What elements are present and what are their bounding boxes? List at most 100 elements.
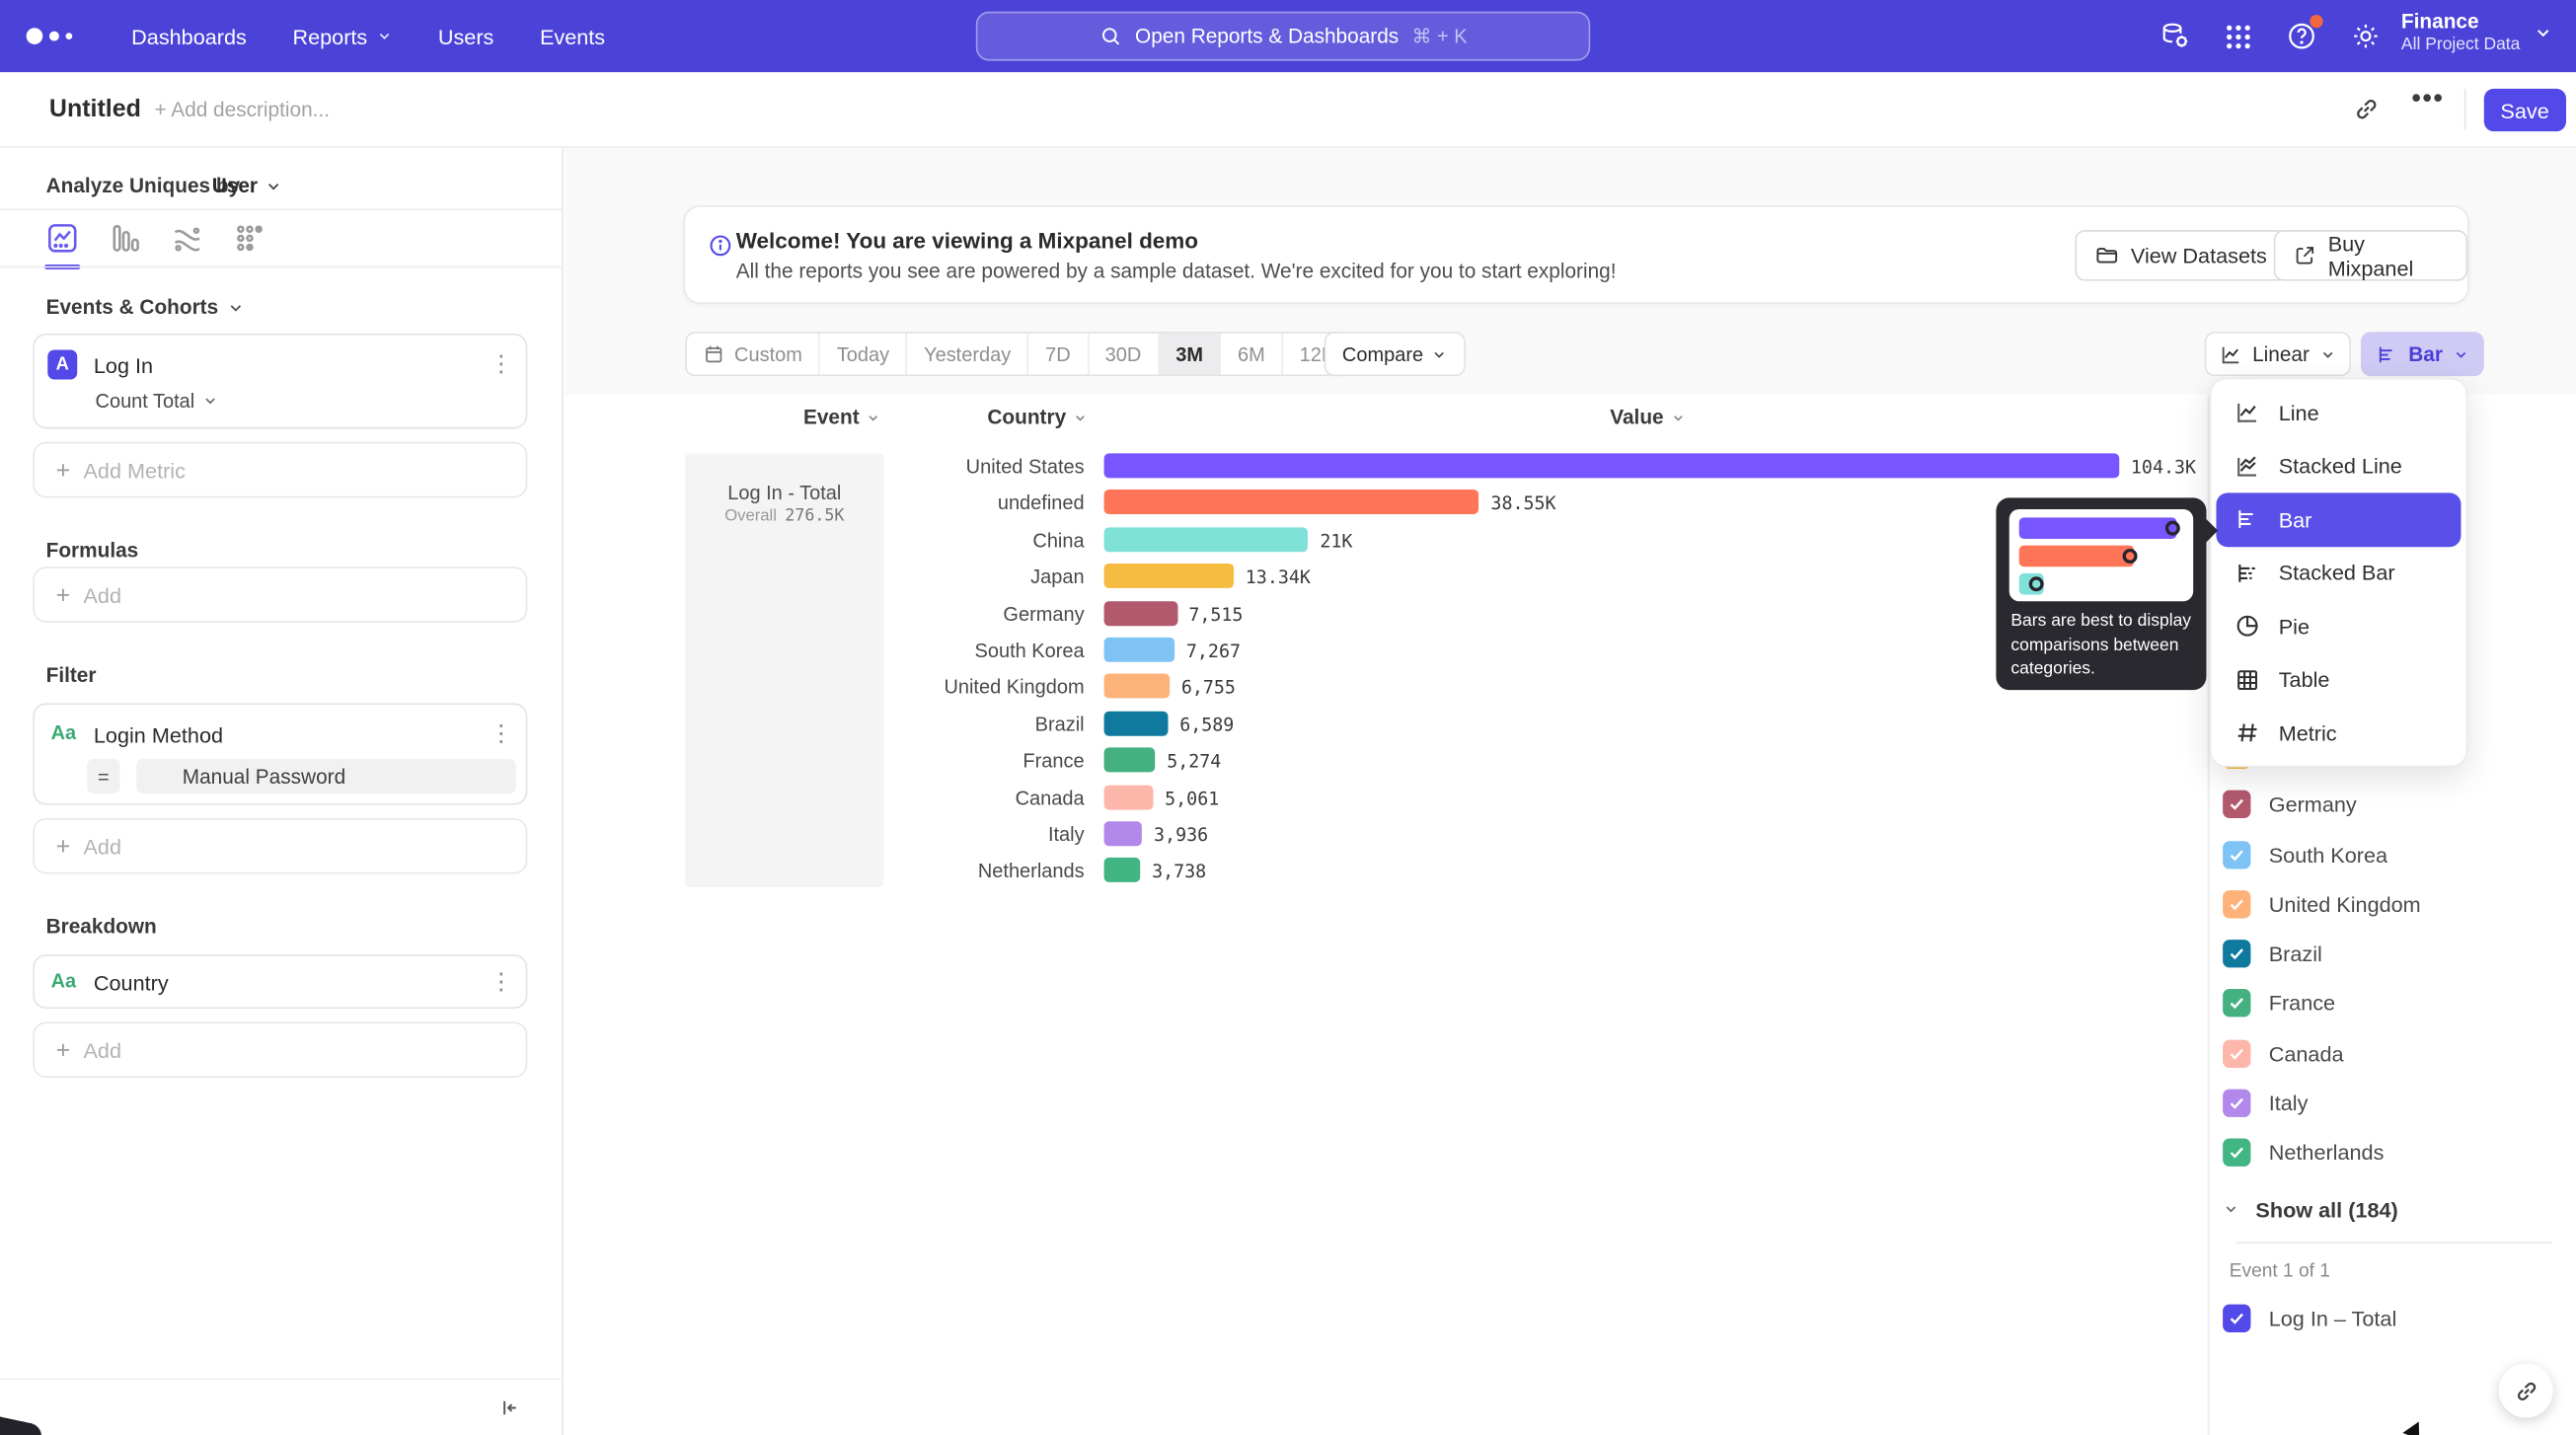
report-title[interactable]: Untitled [49,96,141,123]
collapse-sidebar-button[interactable] [497,1397,520,1419]
add-breakdown-button[interactable]: + Add [33,1021,527,1078]
nav-item-dashboards[interactable]: Dashboards [131,24,247,48]
legend-checkbox[interactable] [2223,1139,2250,1167]
legend-item-netherlands[interactable]: Netherlands [2223,1139,2384,1167]
legend-item-canada[interactable]: Canada [2223,1039,2343,1067]
more-options-icon[interactable]: ••• [2412,86,2445,115]
column-header-country[interactable]: Country [987,406,1087,428]
nav-item-events[interactable]: Events [540,24,605,48]
legend-item-france[interactable]: France [2223,990,2335,1018]
legend-checkbox[interactable] [2223,1090,2250,1117]
legend-checkbox[interactable] [2223,890,2250,918]
legend-item-italy[interactable]: Italy [2223,1090,2308,1117]
value-bar[interactable] [1104,527,1309,552]
value-bar[interactable] [1104,601,1177,626]
tab-funnels[interactable] [106,218,145,258]
show-all-button[interactable]: Show all (184) [2223,1197,2398,1222]
kebab-menu-icon[interactable]: ⋮ [490,719,512,747]
legend-checkbox[interactable] [2223,990,2250,1018]
date-range-label: 6M [1238,342,1265,365]
dropdown-item-stacked-bar[interactable]: Stacked Bar [2216,546,2461,599]
value-bar[interactable] [1104,564,1235,588]
dropdown-item-bar[interactable]: Bar [2216,492,2461,546]
country-label: France [566,749,1085,772]
value-bar[interactable] [1104,491,1479,515]
date-range-3m[interactable]: 3M [1160,334,1222,375]
dropdown-item-table[interactable]: Table [2216,653,2461,707]
add-description-field[interactable]: + Add description... [154,99,330,121]
date-range-7d[interactable]: 7D [1029,334,1089,375]
date-range-30d[interactable]: 30D [1089,334,1160,375]
date-range-label: Today [837,342,889,365]
column-header-event[interactable]: Event [803,406,880,428]
value-bar[interactable] [1104,785,1154,809]
legend-item-south-korea[interactable]: South Korea [2223,840,2387,868]
dropdown-item-line[interactable]: Line [2216,386,2461,439]
view-datasets-button[interactable]: View Datasets [2075,230,2286,281]
column-header-value[interactable]: Value [1610,406,1685,428]
value-bar[interactable] [1104,859,1141,883]
dropdown-item-metric[interactable]: Metric [2216,707,2461,760]
chart-type-button[interactable]: Bar [2361,332,2484,376]
legend-checkbox[interactable] [2223,1039,2250,1067]
scale-select-button[interactable]: Linear [2205,332,2351,376]
filter-value-chip[interactable]: Manual Password [136,759,516,793]
value-bar[interactable] [1104,748,1156,773]
value-bar[interactable] [1104,638,1175,662]
data-management-icon[interactable] [2159,20,2191,52]
search-input[interactable]: Open Reports & Dashboards ⌘ + K [976,12,1591,61]
chart-row-canada: Canada5,061 [566,785,2207,809]
dropdown-item-stacked-line[interactable]: Stacked Line [2216,439,2461,492]
buy-mixpanel-button[interactable]: Buy Mixpanel [2274,230,2467,281]
analyze-entity-select[interactable]: User [212,174,282,196]
filter-operator-chip[interactable]: = [87,759,119,793]
metric-card[interactable]: A Log In ⋮ Count Total [33,334,527,429]
mini-bar [2019,517,2177,539]
help-icon[interactable] [2285,20,2317,52]
share-link-fab[interactable] [2499,1364,2553,1418]
tab-insights[interactable] [42,218,82,258]
formulas-label: Formulas [46,539,139,562]
apps-grid-icon[interactable] [2223,21,2254,52]
kebab-menu-icon[interactable]: ⋮ [490,967,512,995]
legend-checkbox[interactable] [2223,840,2250,868]
kebab-menu-icon[interactable]: ⋮ [490,350,512,378]
date-range-yesterday[interactable]: Yesterday [907,334,1028,375]
legend-item-germany[interactable]: Germany [2223,791,2357,818]
nav-item-reports[interactable]: Reports [292,24,392,48]
tab-retention[interactable] [230,218,269,258]
legend-label: France [2269,991,2335,1016]
tab-flows[interactable] [168,218,207,258]
dropdown-item-pie[interactable]: Pie [2216,600,2461,653]
add-metric-button[interactable]: + Add Metric [33,442,527,498]
compare-button[interactable]: Compare [1325,332,1467,376]
value-bar[interactable] [1104,821,1143,846]
breakdown-card[interactable]: Aa Country ⋮ [33,954,527,1009]
value-bar[interactable] [1104,674,1171,699]
dropdown-item-label: Stacked Line [2279,454,2402,479]
add-formula-button[interactable]: + Add [33,566,527,623]
nav-item-users[interactable]: Users [438,24,494,48]
add-filter-button[interactable]: + Add [33,818,527,874]
settings-gear-icon[interactable] [2349,20,2382,52]
legend-divider [2235,1242,2551,1244]
aggregation-select[interactable]: Count Total [96,389,218,412]
legend-item-brazil[interactable]: Brazil [2223,940,2322,967]
date-range-today[interactable]: Today [820,334,907,375]
date-range-6m[interactable]: 6M [1221,334,1283,375]
save-button[interactable]: Save [2484,89,2566,131]
project-switcher[interactable]: Finance All Project Data [2401,10,2553,54]
date-range-custom[interactable]: Custom [687,334,820,375]
series-checkbox[interactable] [2223,1304,2250,1331]
value-bar[interactable] [1104,711,1169,735]
copy-link-icon[interactable] [2353,96,2381,123]
mixpanel-logo[interactable] [27,28,93,44]
events-section-header[interactable]: Events & Cohorts [46,296,245,319]
legend-checkbox[interactable] [2223,791,2250,818]
legend-series-log-in-total[interactable]: Log In – Total [2223,1304,2396,1331]
filter-card[interactable]: Aa Login Method ⋮ = Manual Password [33,703,527,804]
value-bar[interactable] [1104,453,2120,478]
value-label: 7,515 [1188,604,1243,626]
legend-checkbox[interactable] [2223,940,2250,967]
legend-item-united-kingdom[interactable]: United Kingdom [2223,890,2421,918]
